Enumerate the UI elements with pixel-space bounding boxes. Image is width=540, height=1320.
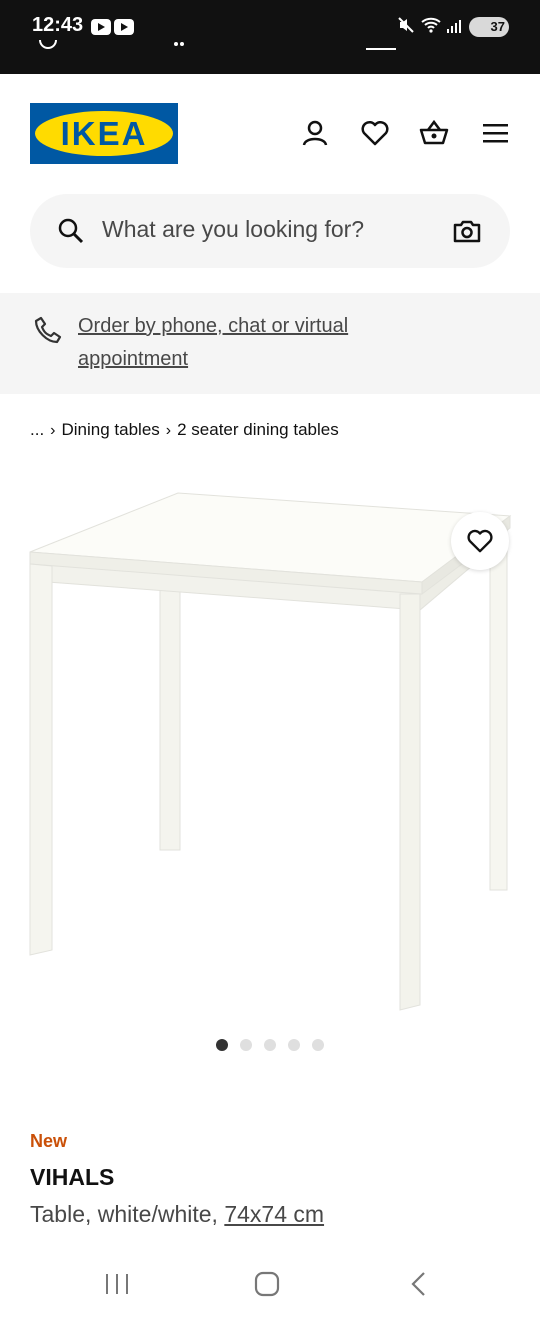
order-banner: Order by phone, chat or virtual appointm… xyxy=(0,293,540,394)
product-description: Table, white/white, 74x74 cm xyxy=(30,1201,324,1228)
product-name: VIHALS xyxy=(30,1164,115,1190)
product-size-link[interactable]: 74x74 cm xyxy=(224,1201,324,1227)
search-input[interactable]: What are you looking for? xyxy=(102,216,364,243)
logo-text: IKEA xyxy=(60,115,148,152)
signal-icon xyxy=(447,20,461,33)
youtube-icon xyxy=(91,19,111,35)
menu-icon[interactable] xyxy=(481,118,511,148)
carousel-dot[interactable] xyxy=(216,1039,228,1051)
mute-icon xyxy=(397,16,415,39)
add-to-favourites-button[interactable] xyxy=(451,512,509,570)
status-bar: 12:43 37 xyxy=(0,0,540,74)
wifi-icon xyxy=(421,16,441,38)
chevron-right-icon: › xyxy=(50,422,56,439)
ikea-logo[interactable]: IKEA xyxy=(30,103,178,164)
home-icon[interactable] xyxy=(252,1271,282,1297)
breadcrumb: ... › Dining tables › 2 seater dining tables xyxy=(30,420,339,440)
camera-icon[interactable] xyxy=(452,216,482,246)
battery-level: 37 xyxy=(490,19,505,34)
shopping-bag-icon[interactable] xyxy=(419,118,449,148)
account-icon[interactable] xyxy=(300,118,330,148)
status-time: 12:43 xyxy=(32,14,84,36)
breadcrumb-2-seater[interactable]: 2 seater dining tables xyxy=(177,420,339,440)
new-badge: New xyxy=(30,1131,68,1151)
battery-icon: 37 xyxy=(469,17,509,37)
order-by-phone-link[interactable]: Order by phone, chat or virtual appointm… xyxy=(78,310,438,376)
carousel-dot[interactable] xyxy=(288,1039,300,1051)
android-nav-bar xyxy=(0,1245,540,1320)
search-icon[interactable] xyxy=(58,218,84,244)
youtube-icon xyxy=(114,19,134,35)
search-bar[interactable]: What are you looking for? xyxy=(30,194,510,268)
carousel-dot[interactable] xyxy=(312,1039,324,1051)
carousel-dot[interactable] xyxy=(264,1039,276,1051)
recents-icon[interactable] xyxy=(102,1271,132,1297)
breadcrumb-ellipsis[interactable]: ... xyxy=(30,420,44,440)
carousel-dot[interactable] xyxy=(240,1039,252,1051)
favourites-icon[interactable] xyxy=(360,118,390,148)
chevron-right-icon: › xyxy=(165,422,172,439)
back-icon[interactable] xyxy=(404,1271,434,1297)
url-bar-peek xyxy=(39,40,396,50)
phone-icon xyxy=(34,316,62,344)
product-type: Table, white/white, xyxy=(30,1201,218,1227)
heart-icon xyxy=(467,529,493,553)
breadcrumb-dining-tables[interactable]: Dining tables xyxy=(62,420,160,440)
